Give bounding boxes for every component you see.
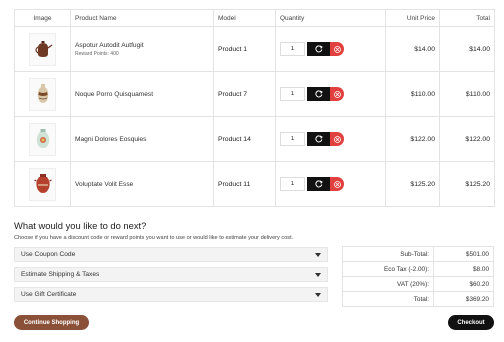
cart-row: Aspotur Autodit Autfugit Reward Points: …: [14, 26, 495, 72]
product-image-cell: [14, 116, 71, 162]
product-image-cell: [14, 161, 71, 207]
cart-row: Noque Porro Quisquamest Product 7 $110.0…: [14, 71, 495, 117]
header-product-name: Product Name: [70, 9, 214, 27]
product-name-cell: Voluptate Volit Esse: [70, 161, 214, 207]
update-quantity-button[interactable]: [307, 42, 330, 56]
product-image-cell: [14, 26, 71, 72]
refresh-icon: [314, 90, 323, 98]
quantity-input[interactable]: [280, 87, 305, 101]
coupon-code-panel[interactable]: Use Coupon Code: [14, 247, 328, 262]
vat-label: VAT (20%):: [342, 276, 434, 292]
quantity-cell: [275, 26, 386, 72]
close-circle-icon: [333, 180, 341, 188]
product-thumbnail[interactable]: [29, 77, 56, 111]
unit-price: $125.20: [385, 161, 440, 207]
totals-row: VAT (20%): $60.20: [342, 276, 494, 292]
close-circle-icon: [333, 45, 341, 53]
subtotal-label: Sub-Total:: [342, 246, 434, 262]
panel-title: Use Gift Certificate: [21, 291, 77, 298]
checkout-button[interactable]: Checkout: [448, 315, 494, 330]
remove-item-button[interactable]: [330, 132, 344, 146]
row-total: $122.00: [439, 116, 495, 162]
update-quantity-button[interactable]: [307, 132, 330, 146]
unit-price: $110.00: [385, 71, 440, 117]
refresh-icon: [314, 180, 323, 188]
continue-shopping-button[interactable]: Continue Shopping: [14, 315, 89, 330]
panel-title: Use Coupon Code: [21, 251, 76, 258]
subtotal-value: $501.00: [433, 246, 494, 262]
grand-total-value: $369.20: [433, 291, 494, 307]
refresh-icon: [314, 45, 323, 53]
header-quantity: Quantity: [275, 9, 386, 27]
product-model: Product 14: [213, 116, 276, 162]
caret-down-icon: [315, 252, 321, 257]
vase-thumbnail-icon: [37, 84, 48, 103]
product-name-cell: Magni Dolores Eosquies: [70, 116, 214, 162]
product-thumbnail[interactable]: [29, 167, 56, 201]
quantity-group: [280, 42, 381, 56]
quantity-cell: [275, 161, 386, 207]
reward-points: Reward Points: 400: [75, 50, 119, 57]
quantity-cell: [275, 71, 386, 117]
eco-tax-value: $8.00: [433, 261, 494, 277]
remove-item-button[interactable]: [330, 87, 344, 101]
quantity-input[interactable]: [280, 177, 305, 191]
gift-certificate-panel[interactable]: Use Gift Certificate: [14, 287, 328, 302]
caret-down-icon: [315, 292, 321, 297]
product-name-link[interactable]: Noque Porro Quisquamest: [75, 91, 209, 98]
quantity-input[interactable]: [280, 132, 305, 146]
remove-item-button[interactable]: [330, 42, 344, 56]
grand-total-label: Total:: [342, 291, 434, 307]
quantity-input[interactable]: [280, 42, 305, 56]
row-total: $14.00: [439, 26, 495, 72]
header-unit-price: Unit Price: [385, 9, 440, 27]
close-circle-icon: [333, 90, 341, 98]
product-thumbnail[interactable]: [29, 32, 56, 66]
quantity-group: [280, 177, 381, 191]
product-name-cell: Noque Porro Quisquamest: [70, 71, 214, 117]
product-model: Product 7: [213, 71, 276, 117]
cart-header-row: Image Product Name Model Quantity Unit P…: [14, 9, 495, 27]
product-model: Product 11: [213, 161, 276, 207]
eco-tax-label: Eco Tax (-2.00):: [342, 261, 434, 277]
teapot-thumbnail-icon: [34, 41, 52, 57]
unit-price: $14.00: [385, 26, 440, 72]
product-thumbnail[interactable]: [29, 122, 56, 156]
cart-row: Magni Dolores Eosquies Product 14 $122.0…: [14, 116, 495, 162]
order-totals: Sub-Total: $501.00 Eco Tax (-2.00): $8.0…: [342, 246, 494, 307]
product-model: Product 1: [213, 26, 276, 72]
product-name-link[interactable]: Voluptate Volit Esse: [75, 181, 209, 188]
next-steps-description: Choose if you have a discount code or re…: [14, 235, 294, 241]
vat-value: $60.20: [433, 276, 494, 292]
product-name-link[interactable]: Magni Dolores Eosquies: [75, 136, 209, 143]
totals-row: Eco Tax (-2.00): $8.00: [342, 261, 494, 277]
totals-row: Sub-Total: $501.00: [342, 246, 494, 262]
header-image: Image: [14, 9, 71, 27]
cart-table: Image Product Name Model Quantity Unit P…: [14, 9, 495, 207]
row-total: $125.20: [439, 161, 495, 207]
unit-price: $122.00: [385, 116, 440, 162]
caret-down-icon: [315, 272, 321, 277]
update-quantity-button[interactable]: [307, 177, 330, 191]
product-image-cell: [14, 71, 71, 117]
remove-item-button[interactable]: [330, 177, 344, 191]
header-model: Model: [213, 9, 276, 27]
urn-thumbnail-icon: [33, 174, 52, 193]
totals-row: Total: $369.20: [342, 291, 494, 307]
quantity-group: [280, 132, 381, 146]
jar-thumbnail-icon: [36, 129, 49, 148]
quantity-group: [280, 87, 381, 101]
update-quantity-button[interactable]: [307, 87, 330, 101]
product-name-cell: Aspotur Autodit Autfugit Reward Points: …: [70, 26, 214, 72]
refresh-icon: [314, 135, 323, 143]
panel-title: Estimate Shipping & Taxes: [21, 271, 100, 278]
estimate-shipping-panel[interactable]: Estimate Shipping & Taxes: [14, 267, 328, 282]
header-total: Total: [439, 9, 495, 27]
close-circle-icon: [333, 135, 341, 143]
next-steps-heading: What would you like to do next?: [14, 220, 147, 231]
row-total: $110.00: [439, 71, 495, 117]
cart-row: Voluptate Volit Esse Product 11 $125.20 …: [14, 161, 495, 207]
product-name-link[interactable]: Aspotur Autodit Autfugit: [75, 42, 209, 49]
quantity-cell: [275, 116, 386, 162]
